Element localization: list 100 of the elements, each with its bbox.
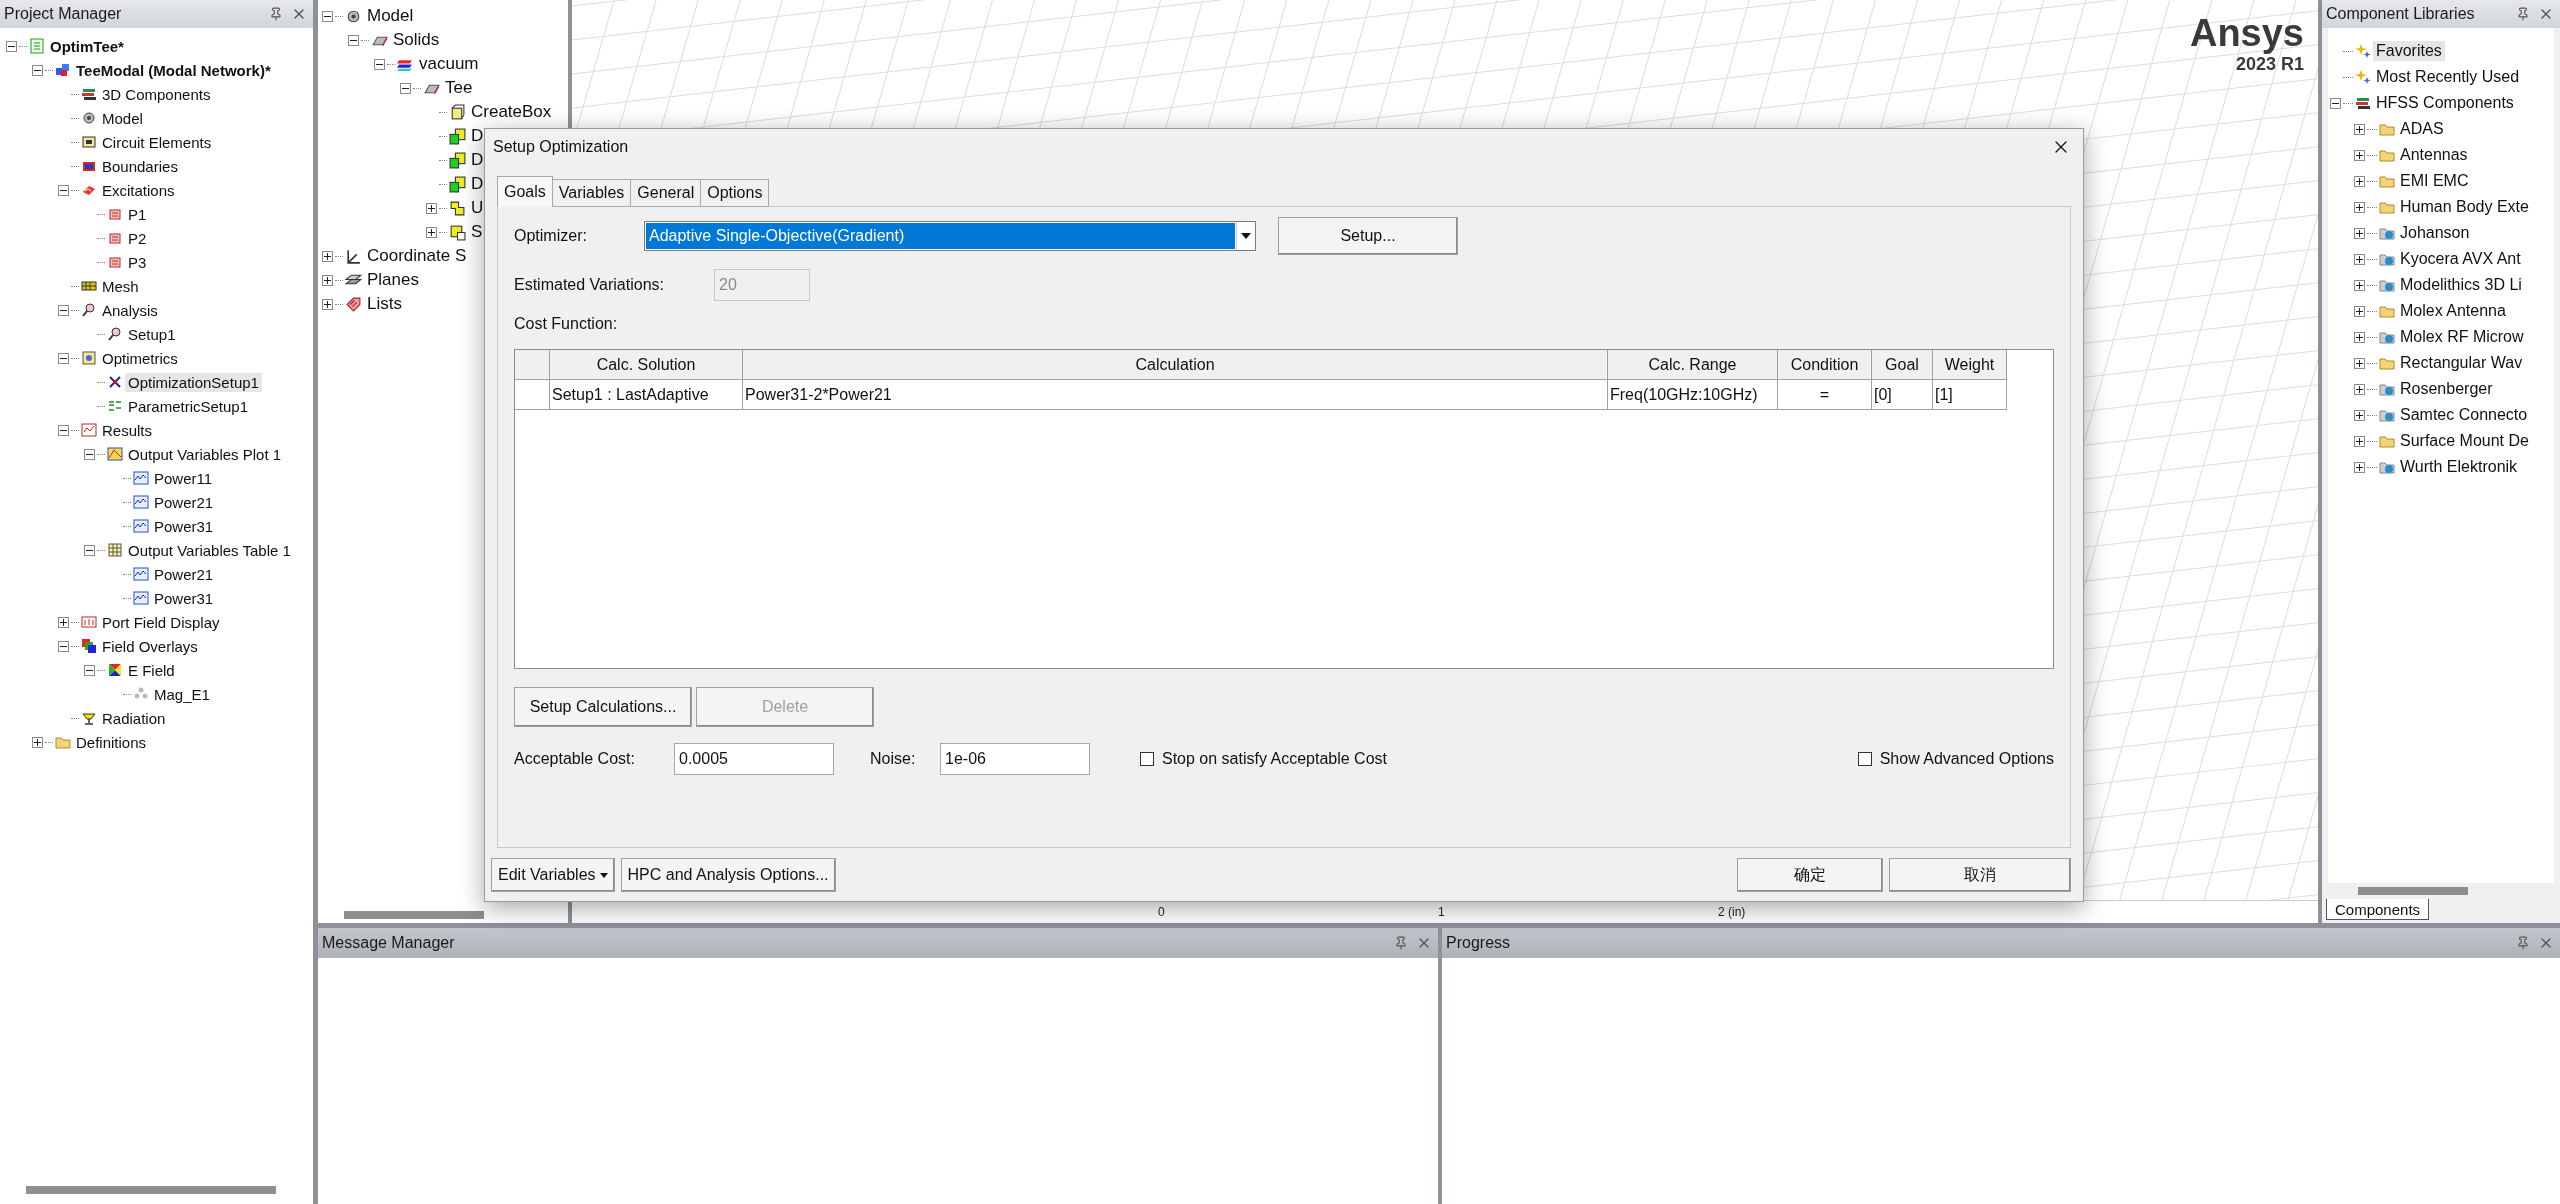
tree-item[interactable]: OptimizationSetup1 xyxy=(125,372,262,392)
tree-item[interactable]: Optimetrics xyxy=(99,348,181,368)
tree-item[interactable]: Setup1 xyxy=(125,324,179,344)
expand-toggle[interactable] xyxy=(2354,123,2365,135)
tree-item[interactable]: Most Recently Used xyxy=(2373,67,2523,87)
tree-item[interactable]: Solids xyxy=(390,29,443,51)
options-button[interactable]: HPC and Analysis Options... xyxy=(620,858,836,892)
tree-item[interactable]: Favorites xyxy=(2373,41,2445,61)
tree-item[interactable]: Power31 xyxy=(151,516,217,536)
collapse-toggle[interactable] xyxy=(6,40,17,52)
column-header[interactable]: Goal xyxy=(1872,350,1933,380)
tree-item[interactable]: Analysis xyxy=(99,300,161,320)
tree-item[interactable]: Modelithics 3D Li xyxy=(2397,275,2525,295)
tree-item[interactable]: Model xyxy=(99,108,146,128)
pin-icon[interactable] xyxy=(2516,7,2530,21)
expand-toggle[interactable] xyxy=(2354,279,2365,291)
expand-toggle[interactable] xyxy=(2354,435,2365,447)
expand-toggle[interactable] xyxy=(322,298,333,310)
pin-icon[interactable] xyxy=(1394,936,1408,950)
tree-item[interactable]: Radiation xyxy=(99,708,169,728)
tree-item[interactable]: Boundaries xyxy=(99,156,181,176)
collapse-toggle[interactable] xyxy=(2330,97,2341,109)
column-header[interactable]: Calc. Solution xyxy=(550,350,743,380)
tree-item[interactable]: Antennas xyxy=(2397,145,2471,165)
tree-item[interactable]: Circuit Elements xyxy=(99,132,215,152)
tree-item[interactable]: Coordinate S xyxy=(364,245,470,267)
tree-item[interactable]: OptimTee* xyxy=(47,36,127,56)
tree-item[interactable]: Wurth Elektronik xyxy=(2397,457,2521,477)
expand-toggle[interactable] xyxy=(2354,227,2365,239)
tree-item[interactable]: Mesh xyxy=(99,276,142,296)
column-header[interactable]: Calc. Range xyxy=(1608,350,1778,380)
collapse-toggle[interactable] xyxy=(58,352,69,364)
tree-item[interactable]: E Field xyxy=(125,660,178,680)
tree-item[interactable]: Molex Antenna xyxy=(2397,301,2509,321)
expand-toggle[interactable] xyxy=(2354,305,2365,317)
tab[interactable]: General xyxy=(630,179,702,207)
tree-item[interactable]: Power21 xyxy=(151,564,217,584)
expand-toggle[interactable] xyxy=(426,226,437,238)
tab[interactable]: Options xyxy=(700,179,770,207)
tree-item[interactable]: Surface Mount De xyxy=(2397,431,2532,451)
collapse-toggle[interactable] xyxy=(58,304,69,316)
expand-toggle[interactable] xyxy=(2354,383,2365,395)
tree-item[interactable]: vacuum xyxy=(416,53,482,75)
tree-item[interactable]: Power11 xyxy=(151,468,216,488)
expand-toggle[interactable] xyxy=(2354,175,2365,187)
tree-item[interactable]: ParametricSetup1 xyxy=(125,396,252,416)
tree-item[interactable]: D xyxy=(468,125,487,147)
expand-toggle[interactable] xyxy=(2354,149,2365,161)
tab[interactable]: Components xyxy=(2326,899,2430,920)
expand-toggle[interactable] xyxy=(2354,461,2365,473)
tree-item[interactable]: P1 xyxy=(125,204,150,224)
tree-item[interactable]: Field Overlays xyxy=(99,636,201,656)
collapse-toggle[interactable] xyxy=(32,64,43,76)
tree-item[interactable]: Lists xyxy=(364,293,405,315)
collapse-toggle[interactable] xyxy=(84,544,95,556)
collapse-toggle[interactable] xyxy=(374,58,385,70)
tree-item[interactable]: Definitions xyxy=(73,732,150,752)
tree-item[interactable]: D xyxy=(468,173,487,195)
checkbox[interactable] xyxy=(1857,752,1872,766)
expand-toggle[interactable] xyxy=(2354,409,2365,421)
menu-button[interactable]: Edit Variables xyxy=(491,858,615,892)
tree-item[interactable]: Rectangular Wav xyxy=(2397,353,2526,373)
column-header[interactable]: Calculation xyxy=(743,350,1608,380)
collapse-toggle[interactable] xyxy=(84,448,95,460)
tree-item[interactable]: Model xyxy=(364,5,417,27)
collapse-toggle[interactable] xyxy=(58,184,69,196)
tree-item[interactable]: Mag_E1 xyxy=(151,684,213,704)
tree-item[interactable]: Output Variables Plot 1 xyxy=(125,444,285,464)
collapse-toggle[interactable] xyxy=(348,34,359,46)
tree-item[interactable]: Johanson xyxy=(2397,223,2473,243)
setup-button[interactable]: Setup... xyxy=(1278,217,1458,255)
table-action-button[interactable]: Setup Calculations... xyxy=(514,687,692,727)
tree-item[interactable]: U xyxy=(468,197,487,219)
tree-item[interactable]: Molex RF Microw xyxy=(2397,327,2527,347)
tree-item[interactable]: Samtec Connecto xyxy=(2397,405,2531,425)
optimizer-dropdown[interactable]: Adaptive Single-Objective(Gradient) xyxy=(644,221,1256,251)
tree-item[interactable]: Power21 xyxy=(151,492,217,512)
expand-toggle[interactable] xyxy=(2354,331,2365,343)
tree-item[interactable]: Port Field Display xyxy=(99,612,223,632)
tree-item[interactable]: TeeModal (Modal Network)* xyxy=(73,60,274,80)
collapse-toggle[interactable] xyxy=(400,82,411,94)
tree-item[interactable]: ADAS xyxy=(2397,119,2447,139)
tree-item[interactable]: P3 xyxy=(125,252,150,272)
expand-toggle[interactable] xyxy=(322,274,333,286)
tree-item[interactable]: Power31 xyxy=(151,588,217,608)
tree-item[interactable]: S xyxy=(468,221,486,243)
tab[interactable]: Goals xyxy=(497,176,553,207)
cancel-button[interactable]: 取消 xyxy=(1889,858,2071,892)
noise-field[interactable]: 1e-06 xyxy=(940,743,1090,775)
tree-item[interactable]: Results xyxy=(99,420,156,440)
expand-toggle[interactable] xyxy=(2354,253,2365,265)
tree-item[interactable]: EMI EMC xyxy=(2397,171,2472,191)
tree-item[interactable]: Output Variables Table 1 xyxy=(125,540,294,560)
tree-item[interactable]: D xyxy=(468,149,487,171)
acceptable-cost-field[interactable]: 0.0005 xyxy=(674,743,834,775)
tree-item[interactable]: CreateBox xyxy=(468,101,555,123)
tree-item[interactable]: Excitations xyxy=(99,180,178,200)
collapse-toggle[interactable] xyxy=(322,10,333,22)
tree-item[interactable]: Tee xyxy=(442,77,476,99)
tree-item[interactable]: Planes xyxy=(364,269,422,291)
